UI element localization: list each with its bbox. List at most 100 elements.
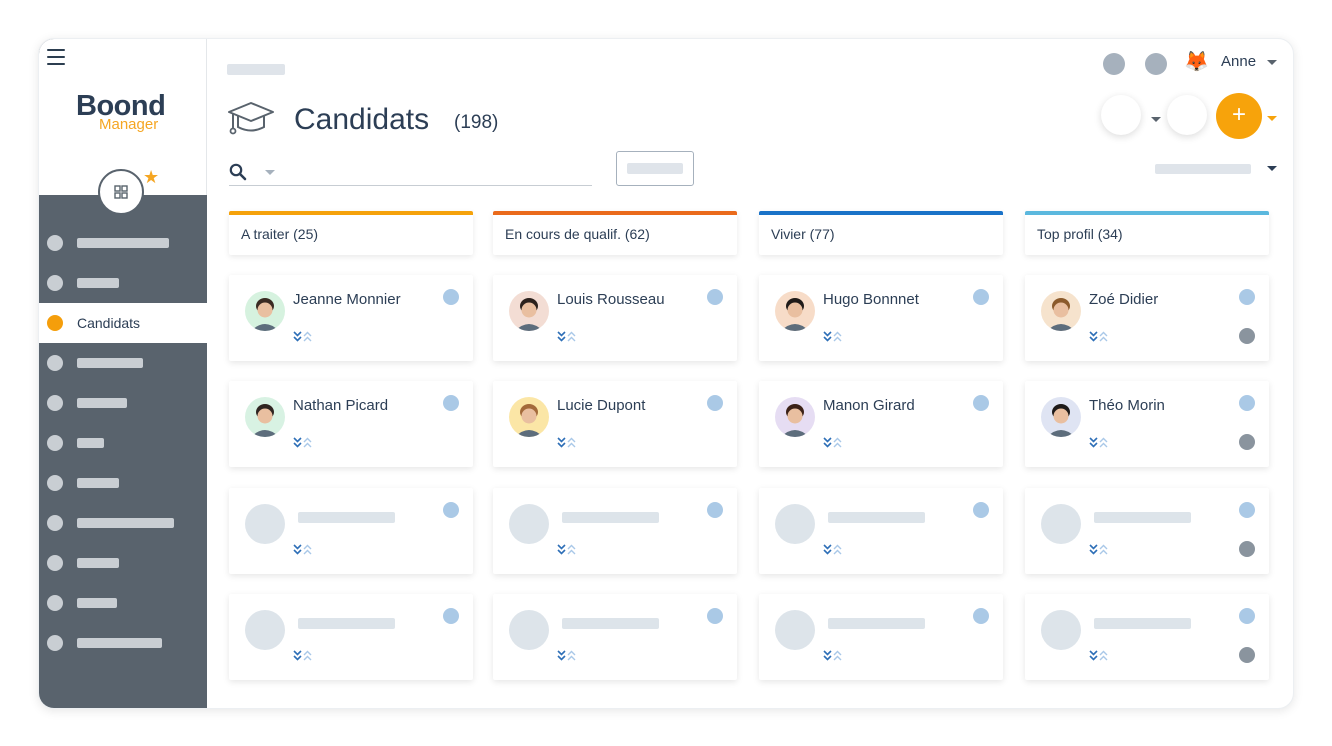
column-header[interactable]: En cours de qualif. (62) [493, 211, 737, 255]
sidebar-item-1[interactable] [39, 223, 207, 263]
candidate-card[interactable]: Jeanne Monnier [229, 275, 473, 361]
nav-placeholder [77, 438, 104, 448]
status-dot[interactable] [443, 289, 459, 305]
secondary-status-dot[interactable] [1239, 647, 1255, 663]
candidate-card[interactable] [759, 594, 1003, 680]
avatar [509, 291, 549, 331]
help-icon[interactable] [1145, 53, 1167, 75]
secondary-status-dot[interactable] [1239, 434, 1255, 450]
main-content: Candidats (198) 🦊 Anne + A traiter (25) J… [207, 39, 1293, 708]
nav-placeholder [77, 278, 119, 288]
user-name[interactable]: Anne [1221, 53, 1256, 70]
nav-placeholder [77, 518, 174, 528]
secondary-status-dot[interactable] [1239, 328, 1255, 344]
candidate-card[interactable]: Nathan Picard [229, 381, 473, 467]
graduation-cap-icon [228, 102, 274, 135]
candidate-card[interactable] [229, 488, 473, 574]
candidate-card[interactable] [759, 488, 1003, 574]
candidate-card[interactable]: Louis Rousseau [493, 275, 737, 361]
sidebar-item-7[interactable] [39, 463, 207, 503]
candidate-card[interactable] [493, 488, 737, 574]
sidebar-item-8[interactable] [39, 503, 207, 543]
candidate-name[interactable]: Louis Rousseau [557, 291, 665, 308]
status-dot[interactable] [973, 395, 989, 411]
status-dot[interactable] [1239, 608, 1255, 624]
sidebar-item-6[interactable] [39, 423, 207, 463]
sidebar-item-10[interactable] [39, 583, 207, 623]
candidate-card[interactable] [229, 594, 473, 680]
chevron-down-icon[interactable] [1267, 166, 1277, 171]
sidebar-item-2[interactable] [39, 263, 207, 303]
avatar [1041, 397, 1081, 437]
status-dot[interactable] [707, 608, 723, 624]
add-button[interactable]: + [1216, 93, 1262, 139]
status-dot[interactable] [707, 395, 723, 411]
chevron-down-icon[interactable] [1267, 116, 1277, 121]
candidate-card[interactable] [1025, 488, 1269, 574]
app-window: Boond Manager ★ Candidats Candidats (198… [38, 38, 1294, 709]
action-button-2[interactable] [1167, 95, 1207, 135]
column-header[interactable]: Vivier (77) [759, 211, 1003, 255]
candidate-name[interactable]: Manon Girard [823, 397, 915, 414]
chevron-down-icon[interactable] [1267, 60, 1277, 65]
candidate-name[interactable]: Lucie Dupont [557, 397, 645, 414]
status-dot[interactable] [443, 395, 459, 411]
status-dot[interactable] [443, 502, 459, 518]
status-dot[interactable] [707, 289, 723, 305]
hamburger-icon[interactable] [47, 49, 65, 65]
fox-avatar-icon[interactable]: 🦊 [1184, 50, 1209, 74]
status-dot[interactable] [973, 289, 989, 305]
filter-placeholder [627, 163, 683, 174]
candidate-name[interactable]: Jeanne Monnier [293, 291, 401, 308]
candidate-card[interactable]: Lucie Dupont [493, 381, 737, 467]
sparkle-star-icon[interactable]: ★ [143, 168, 159, 186]
action-button-1[interactable] [1101, 95, 1141, 135]
sidebar-item-4[interactable] [39, 343, 207, 383]
status-dot[interactable] [443, 608, 459, 624]
sidebar-item-11[interactable] [39, 623, 207, 663]
status-dot[interactable] [973, 502, 989, 518]
candidate-name[interactable]: Théo Morin [1089, 397, 1165, 414]
candidate-name-placeholder [1094, 512, 1191, 523]
candidate-card[interactable]: Manon Girard [759, 381, 1003, 467]
status-dot[interactable] [1239, 395, 1255, 411]
sidebar-item-9[interactable] [39, 543, 207, 583]
avatar [775, 291, 815, 331]
kanban-column: En cours de qualif. (62) Louis Rousseau Lu… [493, 211, 737, 680]
candidate-card[interactable]: Théo Morin [1025, 381, 1269, 467]
candidate-name-placeholder [828, 512, 925, 523]
status-dot[interactable] [973, 608, 989, 624]
double-chevron-icon [1089, 649, 1109, 667]
sort-select[interactable] [1155, 164, 1251, 174]
candidate-card[interactable] [493, 594, 737, 680]
apps-button[interactable] [98, 169, 144, 215]
search-icon[interactable] [229, 163, 247, 181]
candidate-name-placeholder [298, 618, 395, 629]
chevron-down-icon[interactable] [1151, 117, 1161, 122]
avatar [1041, 291, 1081, 331]
candidate-card[interactable]: Zoé Didier [1025, 275, 1269, 361]
column-header[interactable]: Top profil (34) [1025, 211, 1269, 255]
logo[interactable]: Boond Manager [76, 91, 166, 133]
nav-dot-icon [47, 315, 63, 331]
candidate-name[interactable]: Zoé Didier [1089, 291, 1158, 308]
sidebar-item-5[interactable] [39, 383, 207, 423]
breadcrumb[interactable] [227, 64, 285, 75]
candidate-name[interactable]: Hugo Bonnnet [823, 291, 919, 308]
status-dot[interactable] [707, 502, 723, 518]
sidebar-item-candidats[interactable]: Candidats [39, 303, 207, 343]
candidate-name-placeholder [298, 512, 395, 523]
candidate-card[interactable]: Hugo Bonnnet [759, 275, 1003, 361]
status-dot[interactable] [1239, 502, 1255, 518]
secondary-status-dot[interactable] [1239, 541, 1255, 557]
double-chevron-icon [293, 436, 313, 454]
chevron-down-icon[interactable] [265, 170, 275, 175]
status-dot[interactable] [1239, 289, 1255, 305]
filter-button[interactable] [616, 151, 694, 186]
candidate-name[interactable]: Nathan Picard [293, 397, 388, 414]
notification-icon[interactable] [1103, 53, 1125, 75]
candidate-card[interactable] [1025, 594, 1269, 680]
search-input[interactable] [283, 161, 583, 181]
nav-placeholder [77, 398, 127, 408]
column-header[interactable]: A traiter (25) [229, 211, 473, 255]
